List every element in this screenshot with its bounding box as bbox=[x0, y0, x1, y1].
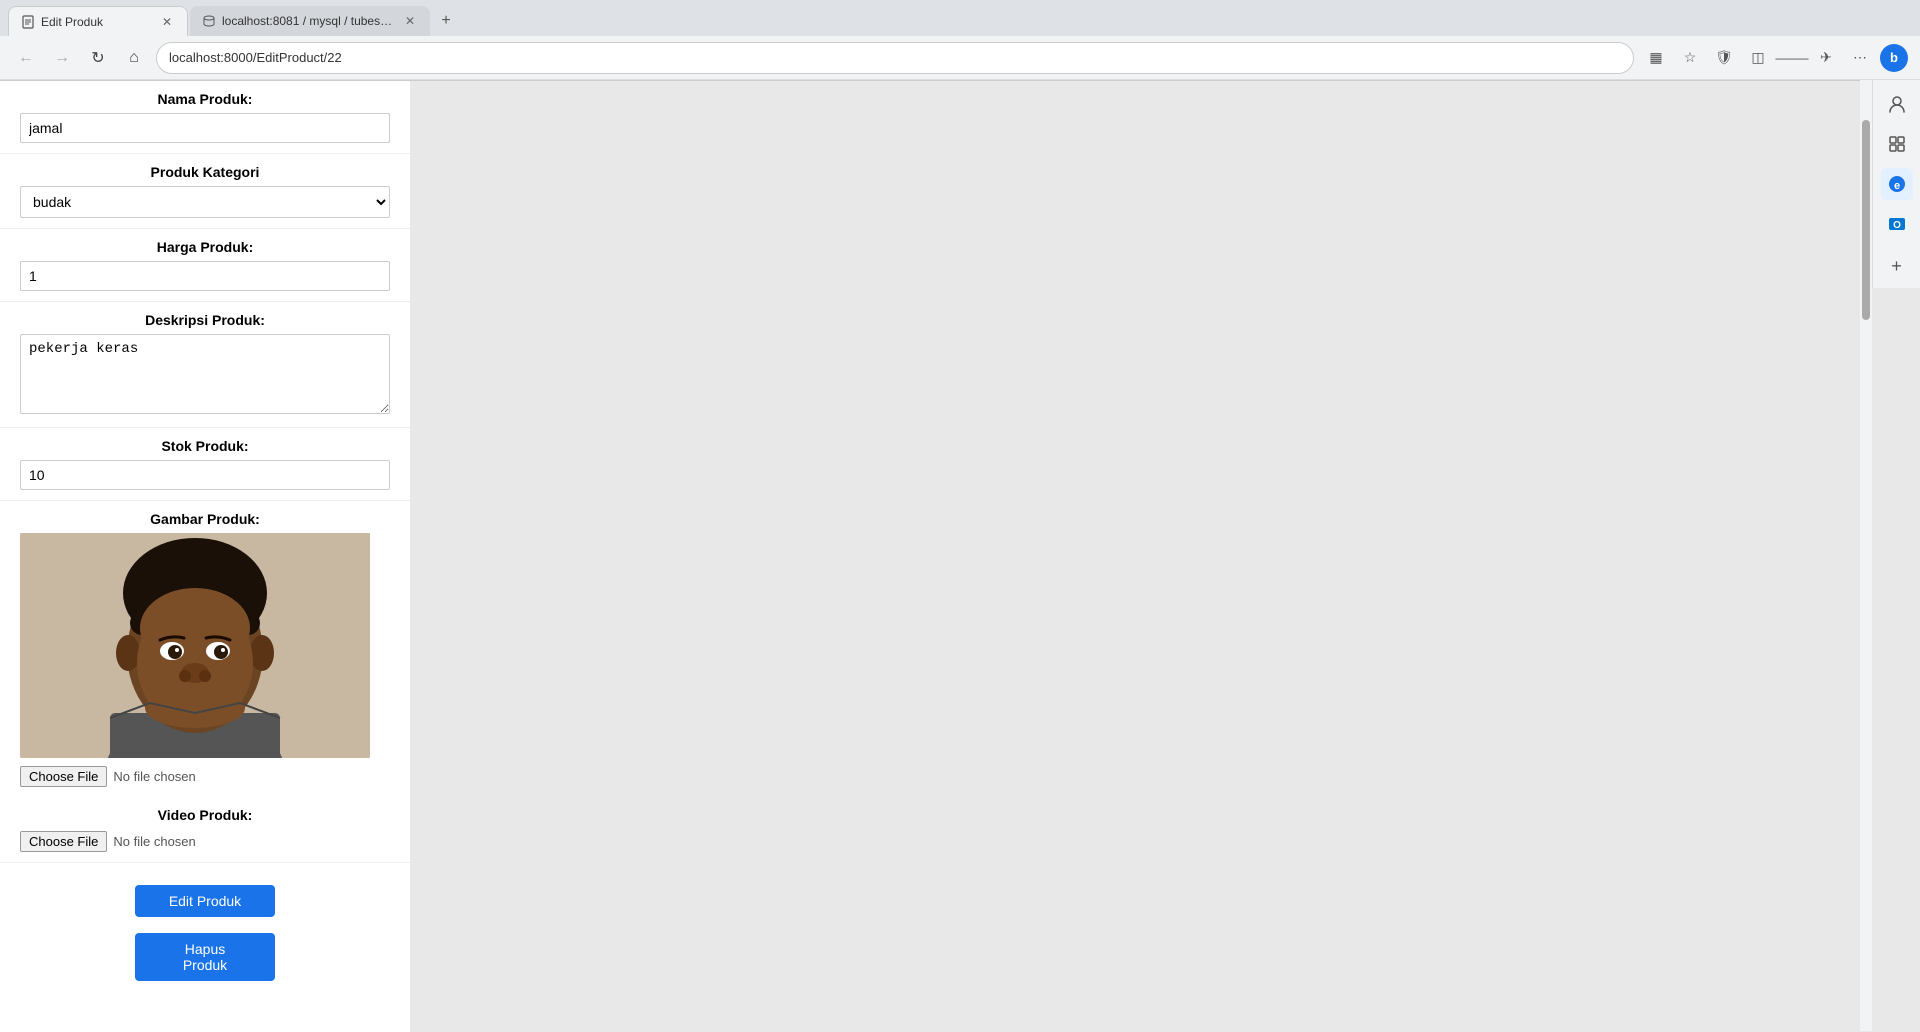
deskripsi-produk-label: Deskripsi Produk: bbox=[20, 312, 390, 328]
gambar-file-input-row: Choose File No file chosen bbox=[20, 766, 390, 787]
nama-produk-section: Nama Produk: bbox=[0, 81, 410, 154]
deskripsi-produk-section: Deskripsi Produk: bbox=[0, 302, 410, 428]
scrollbar-track[interactable] bbox=[1860, 80, 1872, 1031]
more-button[interactable]: ⋯ bbox=[1846, 44, 1874, 72]
browser-chrome: Edit Produk ✕ localhost:8081 / mysql / t… bbox=[0, 0, 1920, 81]
gambar-produk-label: Gambar Produk: bbox=[20, 511, 390, 527]
video-choose-file-button[interactable]: Choose File bbox=[20, 831, 107, 852]
document-icon bbox=[21, 15, 35, 29]
gambar-no-file-text: No file chosen bbox=[113, 769, 195, 784]
scrollbar-thumb[interactable] bbox=[1862, 120, 1870, 320]
favorites-button[interactable]: ☆ bbox=[1676, 44, 1704, 72]
address-input[interactable] bbox=[169, 50, 1621, 65]
address-bar[interactable] bbox=[156, 42, 1634, 74]
sidebar-person-icon[interactable] bbox=[1881, 88, 1913, 120]
hapus-produk-button[interactable]: Hapus Produk bbox=[135, 933, 275, 981]
produk-kategori-select[interactable]: budak kategori1 kategori2 bbox=[20, 186, 390, 218]
produk-kategori-label: Produk Kategori bbox=[20, 164, 390, 180]
nama-produk-input[interactable] bbox=[20, 113, 390, 143]
harga-produk-label: Harga Produk: bbox=[20, 239, 390, 255]
toolbar-right: ▦ ☆ 🛡 ◫ ⸻ ✈ ⋯ b bbox=[1642, 44, 1908, 72]
stok-produk-input[interactable] bbox=[20, 460, 390, 490]
sidebar-puzzle-icon[interactable] bbox=[1881, 128, 1913, 160]
video-file-input-row: Choose File No file chosen bbox=[20, 831, 390, 852]
product-image-container bbox=[20, 533, 370, 758]
produk-kategori-section: Produk Kategori budak kategori1 kategori… bbox=[0, 154, 410, 229]
database-icon bbox=[202, 14, 216, 28]
browser-essentials-button[interactable]: 🛡 bbox=[1710, 44, 1738, 72]
form-buttons-section: Edit Produk Hapus Produk bbox=[0, 863, 410, 1021]
split-screen-button[interactable]: ◫ bbox=[1744, 44, 1772, 72]
harga-produk-section: Harga Produk: bbox=[0, 229, 410, 302]
stok-produk-label: Stok Produk: bbox=[20, 438, 390, 454]
home-button[interactable]: ⌂ bbox=[120, 44, 148, 72]
extensions-button[interactable]: ✈ bbox=[1812, 44, 1840, 72]
svg-text:e: e bbox=[1893, 180, 1899, 192]
tab-edit-produk[interactable]: Edit Produk ✕ bbox=[8, 6, 188, 36]
tab-bar: Edit Produk ✕ localhost:8081 / mysql / t… bbox=[0, 0, 1920, 36]
tab-edit-produk-label: Edit Produk bbox=[41, 15, 153, 29]
harga-produk-input[interactable] bbox=[20, 261, 390, 291]
svg-text:O: O bbox=[1893, 220, 1901, 231]
refresh-button[interactable]: ↻ bbox=[84, 44, 112, 72]
tab-close-mysql[interactable]: ✕ bbox=[402, 13, 418, 29]
stok-produk-section: Stok Produk: bbox=[0, 428, 410, 501]
sidebar-outlook-icon[interactable]: O bbox=[1881, 208, 1913, 240]
sidebar-add-icon[interactable]: + bbox=[1883, 252, 1911, 280]
edit-produk-button[interactable]: Edit Produk bbox=[135, 885, 275, 917]
page-content: Nama Produk: Produk Kategori budak kateg… bbox=[0, 81, 410, 1032]
read-aloud-button[interactable]: ▦ bbox=[1642, 44, 1670, 72]
toolbar: ← → ↻ ⌂ ▦ ☆ 🛡 ◫ ⸻ ✈ ⋯ b bbox=[0, 36, 1920, 80]
video-produk-section: Video Produk: Choose File No file chosen bbox=[0, 797, 410, 863]
edge-profile-button[interactable]: b bbox=[1880, 44, 1908, 72]
new-tab-button[interactable]: + bbox=[432, 7, 460, 35]
gambar-choose-file-button[interactable]: Choose File bbox=[20, 766, 107, 787]
sidebar-edge-icon[interactable]: e bbox=[1881, 168, 1913, 200]
product-image bbox=[20, 533, 370, 758]
edge-sidebar: e O + bbox=[1872, 80, 1920, 288]
forward-button[interactable]: → bbox=[48, 44, 76, 72]
gambar-produk-section: Gambar Produk: bbox=[0, 501, 410, 797]
tab-close-edit-produk[interactable]: ✕ bbox=[159, 14, 175, 30]
nama-produk-label: Nama Produk: bbox=[20, 91, 390, 107]
collections-button[interactable]: ⸻ bbox=[1778, 44, 1806, 72]
form-container: Nama Produk: Produk Kategori budak kateg… bbox=[0, 81, 410, 1032]
back-button[interactable]: ← bbox=[12, 44, 40, 72]
video-no-file-text: No file chosen bbox=[113, 834, 195, 849]
tab-mysql-label: localhost:8081 / mysql / tubes-d... bbox=[222, 14, 396, 28]
main-area: Nama Produk: Produk Kategori budak kateg… bbox=[0, 81, 1920, 1032]
deskripsi-produk-textarea[interactable] bbox=[20, 334, 390, 414]
video-produk-label: Video Produk: bbox=[20, 807, 390, 823]
tab-mysql[interactable]: localhost:8081 / mysql / tubes-d... ✕ bbox=[190, 6, 430, 36]
